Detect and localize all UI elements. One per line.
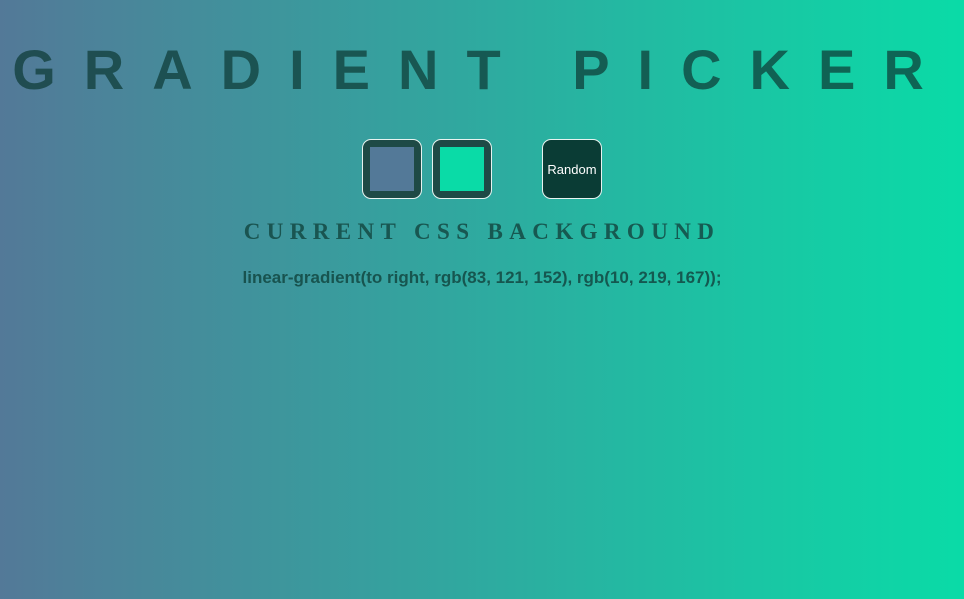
page-title: GRADIENT PICKER [12,38,952,101]
color-picker-1[interactable] [362,139,422,199]
color-picker-2[interactable] [432,139,492,199]
color-2-swatch [440,147,484,191]
random-button[interactable]: Random [542,139,602,199]
current-css-heading: CURRENT CSS BACKGROUND [243,219,721,244]
css-output-text: linear-gradient(to right, rgb(83, 121, 1… [242,268,722,287]
color-1-swatch [370,147,414,191]
